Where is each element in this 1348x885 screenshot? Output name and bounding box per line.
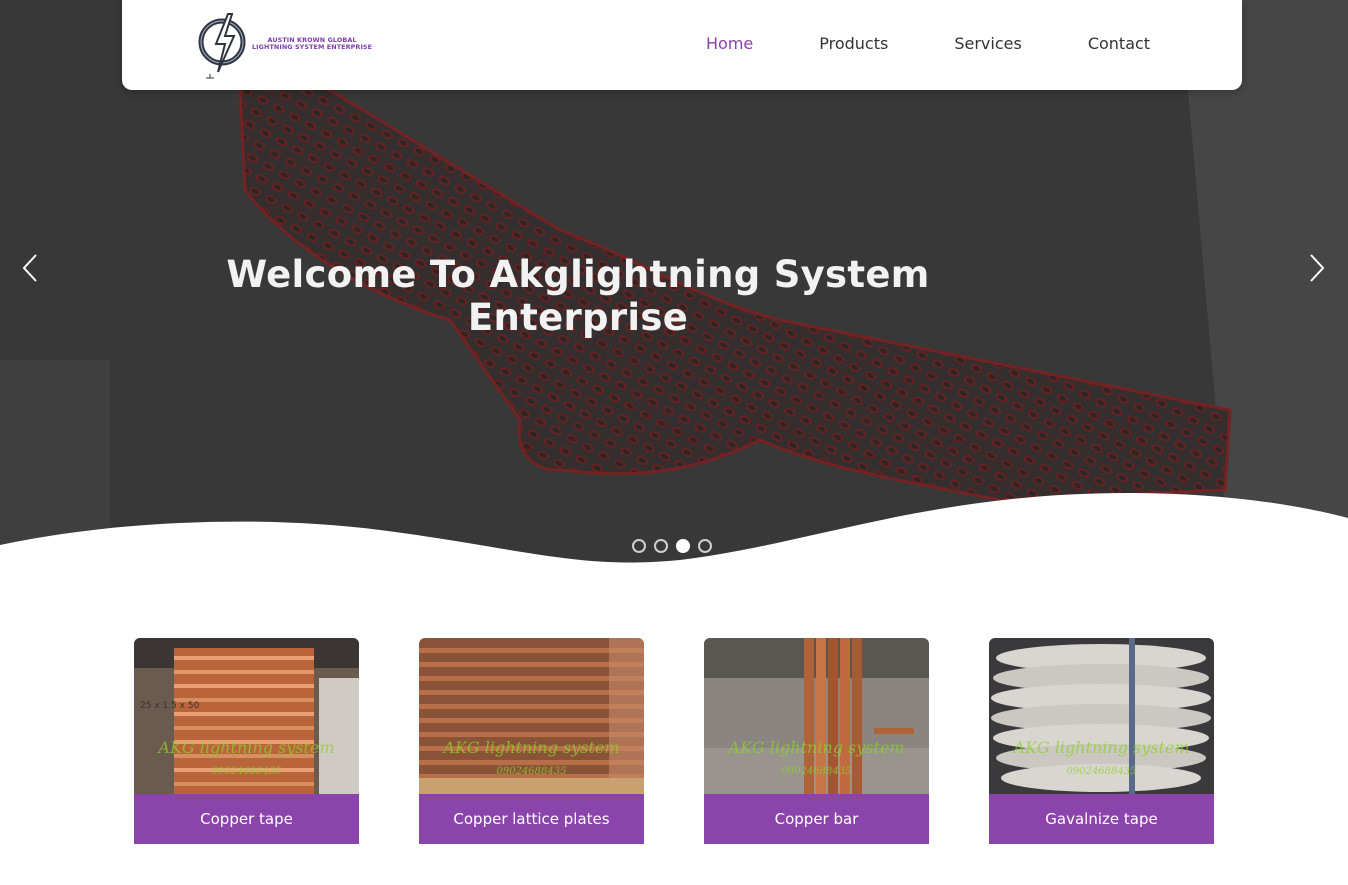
nav-home[interactable]: Home (706, 34, 753, 54)
watermark-text: AKG lightning system (443, 738, 620, 757)
product-card-copper-bar[interactable]: AKG lightning system 09024688435 Copper … (704, 638, 929, 844)
site-logo[interactable]: AUSTIN KROWN GLOBAL LIGHTNING SYSTEM ENT… (198, 8, 372, 80)
watermark-phone: 09024688435 (496, 766, 567, 777)
logo-line-2: LIGHTNING SYSTEM ENTERPRISE (252, 43, 373, 51)
slider-dot-1[interactable] (632, 539, 646, 553)
product-caption[interactable]: Copper lattice plates (419, 794, 644, 844)
watermark-phone: 09024688435 (781, 766, 852, 777)
product-card-copper-tape[interactable]: 25 x 1.5 x 50 AKG lightning system 09024… (134, 638, 359, 844)
product-caption[interactable]: Copper tape (134, 794, 359, 844)
product-size-label: 25 x 1.5 x 50 (140, 701, 200, 711)
slider-next-button[interactable] (1299, 250, 1335, 286)
site-header: AUSTIN KROWN GLOBAL LIGHTNING SYSTEM ENT… (122, 0, 1242, 90)
chevron-right-icon (1310, 254, 1325, 282)
chevron-left-icon (22, 254, 37, 282)
slider-dot-2[interactable] (654, 539, 668, 553)
watermark-text: AKG lightning system (158, 738, 335, 757)
slider-pagination (632, 539, 712, 553)
product-card-copper-lattice-plates[interactable]: AKG lightning system 09024688435 Copper … (419, 638, 644, 844)
product-caption[interactable]: Copper bar (704, 794, 929, 844)
nav-services[interactable]: Services (954, 34, 1021, 54)
slider-prev-button[interactable] (12, 250, 48, 286)
slider-dot-4[interactable] (698, 539, 712, 553)
watermark-text: AKG lightning system (728, 738, 905, 757)
watermark-phone: 09024688435 (1066, 766, 1137, 777)
slider-dot-3[interactable] (676, 539, 690, 553)
nav-contact[interactable]: Contact (1088, 34, 1150, 54)
main-nav: Home Products Services Contact (706, 34, 1150, 54)
hero-title: Welcome To Akglightning System Enterpris… (226, 253, 930, 339)
nav-products[interactable]: Products (819, 34, 888, 54)
watermark-phone: 09024688435 (211, 766, 282, 777)
lightning-logo-icon (198, 13, 246, 79)
product-card-gavalnize-tape[interactable]: AKG lightning system 09024688435 Gavalni… (989, 638, 1214, 844)
watermark-text: AKG lightning system (1013, 738, 1190, 757)
logo-text: AUSTIN KROWN GLOBAL LIGHTNING SYSTEM ENT… (252, 37, 372, 51)
product-caption[interactable]: Gavalnize tape (989, 794, 1214, 844)
